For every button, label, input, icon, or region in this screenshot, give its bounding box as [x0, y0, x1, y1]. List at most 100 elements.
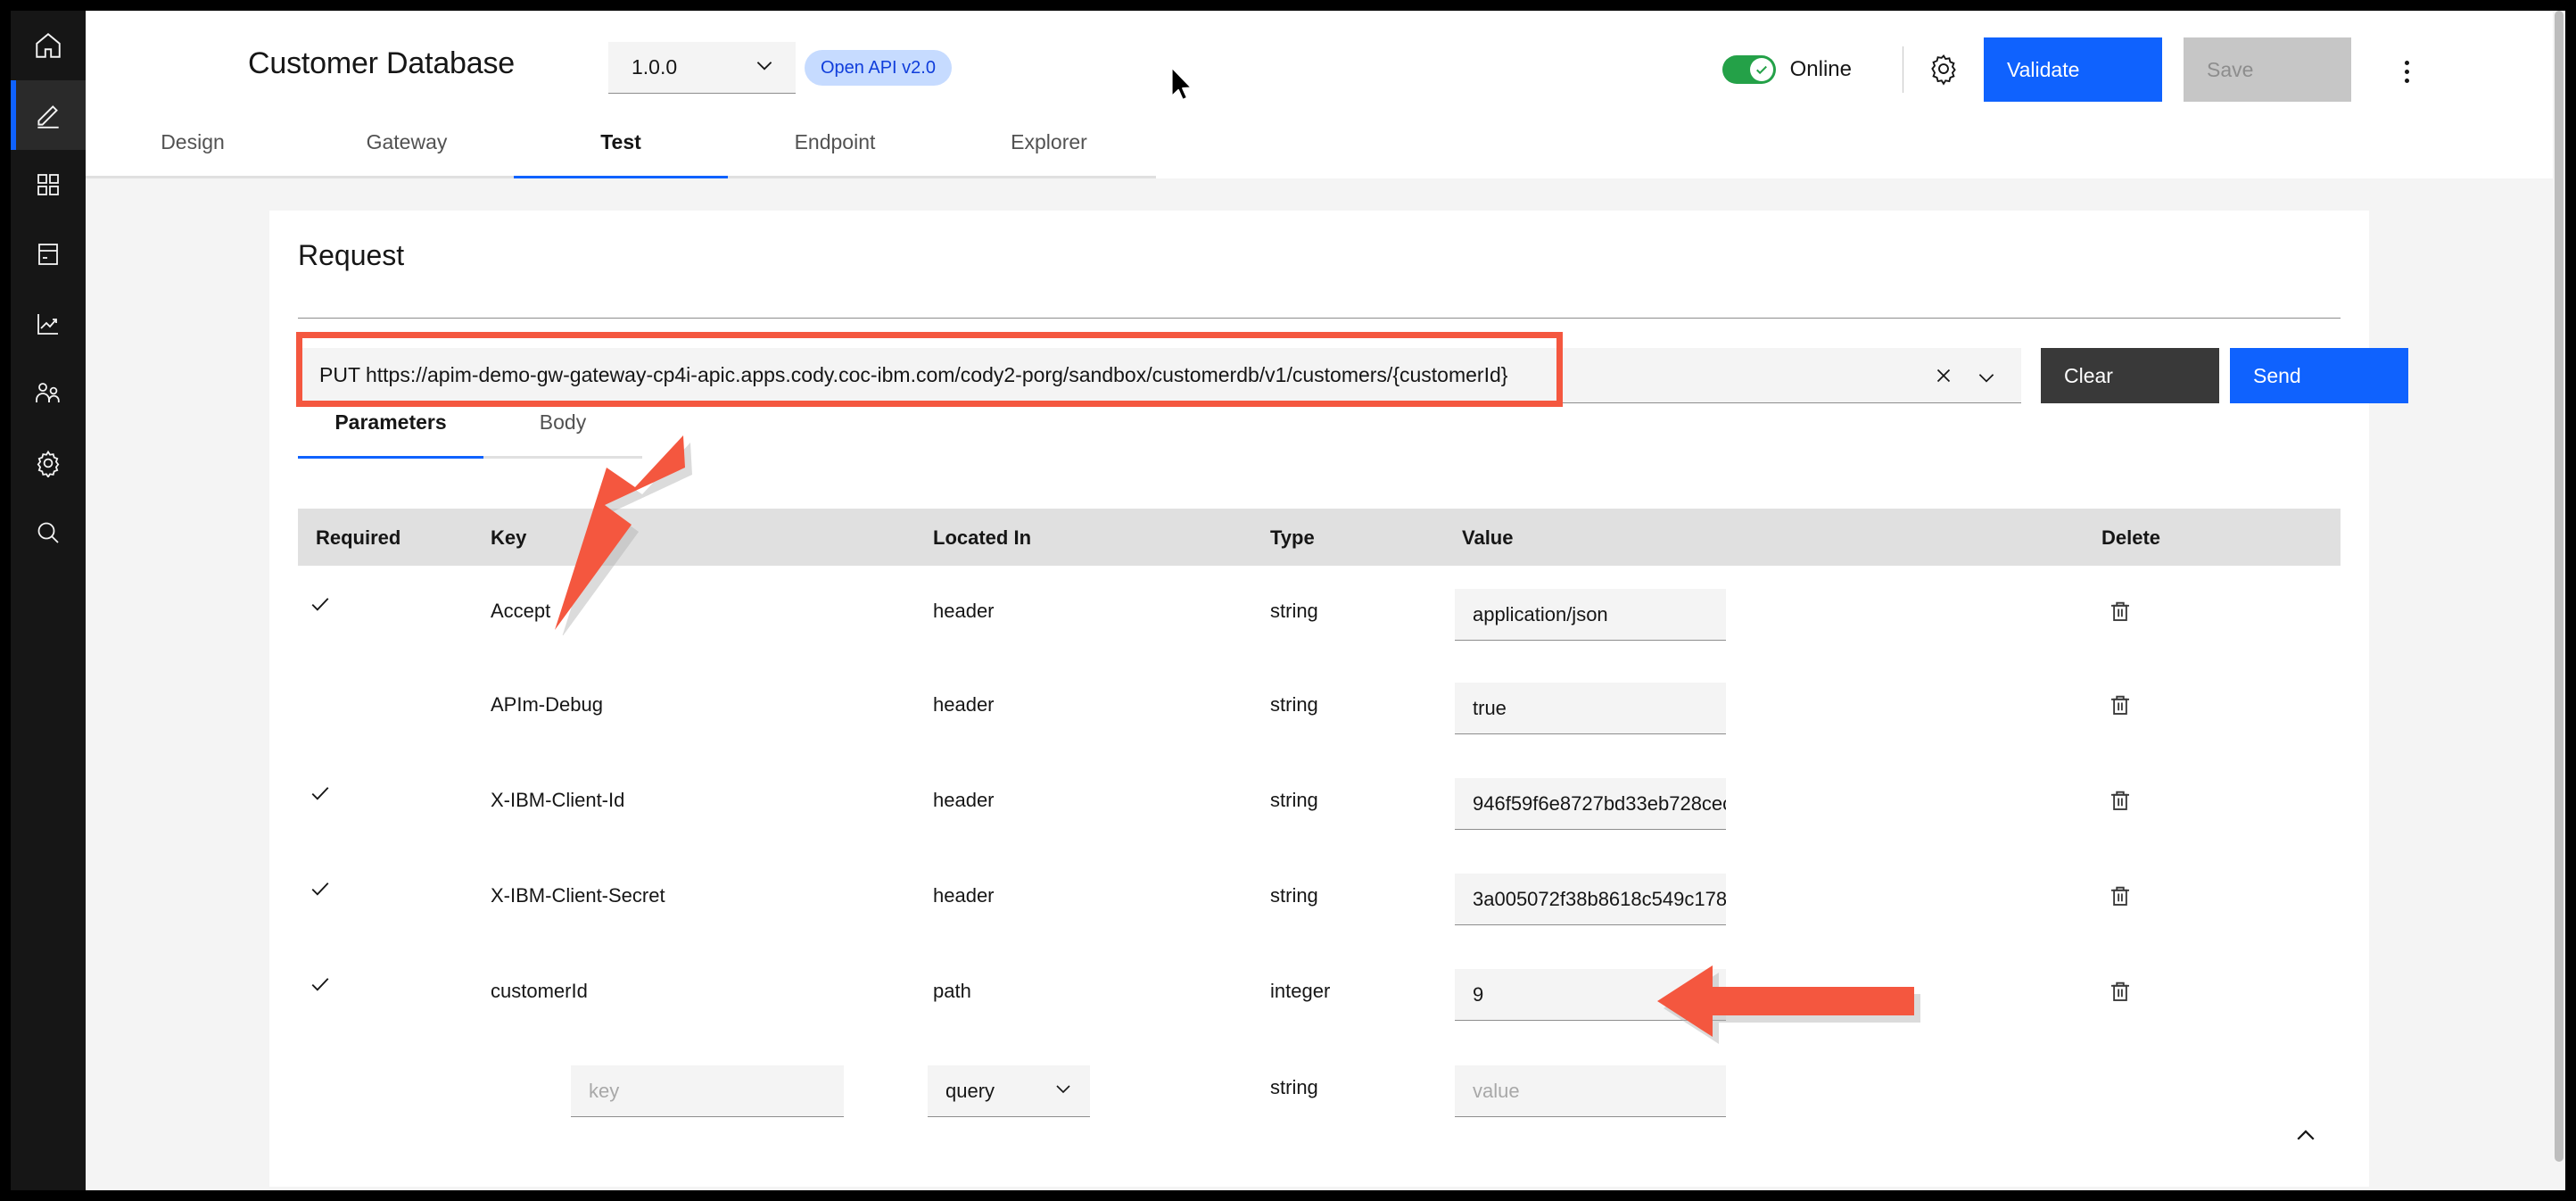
app-header: Customer Database 1.0.0 Open API v2.0 On… [86, 11, 2565, 128]
openapi-version-badge[interactable]: Open API v2.0 [805, 50, 952, 86]
sidebar-item-home[interactable] [11, 11, 86, 80]
new-value-input[interactable]: value [1455, 1065, 1726, 1117]
trash-icon[interactable] [2107, 978, 2137, 1008]
tab-explorer[interactable]: Explorer [942, 128, 1156, 178]
table-row: Accept header string application/json [298, 589, 2341, 641]
page-scrollbar[interactable] [2553, 11, 2565, 1190]
cell-located-in: header [933, 884, 995, 907]
column-header-delete: Delete [2101, 526, 2160, 550]
chevron-up-icon[interactable] [2292, 1122, 2319, 1149]
status-label: Online [1790, 57, 1852, 82]
version-select-value: 1.0.0 [632, 55, 677, 79]
cell-type: string [1270, 600, 1318, 623]
sidebar-item-apps[interactable] [11, 150, 86, 219]
validate-button[interactable]: Validate [1984, 37, 2162, 102]
pencil-icon [33, 100, 63, 130]
new-key-input[interactable]: key [571, 1065, 844, 1117]
request-url-input[interactable]: PUT https://apim-demo-gw-gateway-cp4i-ap… [298, 348, 2021, 403]
request-url-value: PUT https://apim-demo-gw-gateway-cp4i-ap… [298, 363, 1507, 387]
cell-located-in: header [933, 693, 995, 716]
online-toggle[interactable] [1722, 55, 1776, 84]
clear-button[interactable]: Clear [2041, 348, 2219, 403]
new-located-in-value: query [945, 1080, 995, 1103]
gear-icon [1927, 52, 1961, 90]
sidebar-item-analytics[interactable] [11, 289, 86, 359]
subtab-body[interactable]: Body [483, 410, 642, 459]
cell-located-in: header [933, 600, 995, 623]
trash-icon[interactable] [2107, 787, 2137, 817]
checkmark-icon [307, 780, 334, 811]
chevron-down-icon [1053, 1078, 1074, 1105]
users-icon [34, 379, 62, 408]
chevron-down-icon[interactable] [1975, 366, 1998, 389]
analytics-icon [34, 310, 62, 338]
settings-button[interactable] [1927, 54, 1961, 87]
online-status-group: Online [1722, 55, 1852, 84]
sidebar-item-catalog[interactable] [11, 219, 86, 289]
cell-value-input[interactable]: 946f59f6e8727bd33eb728cec89fe9ec [1455, 778, 1726, 830]
save-button: Save [2184, 37, 2351, 102]
cell-located-in: path [933, 980, 971, 1003]
tab-test[interactable]: Test [514, 128, 728, 178]
cell-type: string [1270, 884, 1318, 907]
cell-located-in: header [933, 789, 995, 812]
column-header-value: Value [1462, 526, 1513, 550]
new-located-in-select[interactable]: query [928, 1065, 1090, 1117]
overflow-menu-button[interactable] [2389, 54, 2424, 89]
checkmark-icon [307, 591, 334, 622]
tab-endpoint[interactable]: Endpoint [728, 128, 942, 178]
application-viewport: Customer Database 1.0.0 Open API v2.0 On… [11, 11, 2565, 1190]
page-title: Customer Database [248, 46, 515, 81]
version-select[interactable]: 1.0.0 [608, 42, 796, 94]
search-icon [34, 518, 62, 547]
column-header-key: Key [491, 526, 526, 550]
new-parameter-row: key query string value [298, 1065, 2341, 1117]
cell-value-input[interactable]: application/json [1455, 589, 1726, 641]
cell-key: X-IBM-Client-Id [491, 789, 624, 812]
cell-key: customerId [491, 980, 588, 1003]
sidebar-item-search[interactable] [11, 498, 86, 567]
cell-value-input[interactable]: true [1455, 683, 1726, 734]
overflow-dot [2405, 79, 2409, 83]
checkmark-icon [307, 971, 334, 1002]
toggle-knob [1750, 58, 1773, 81]
cell-key: X-IBM-Client-Secret [491, 884, 665, 907]
cell-value-input[interactable]: 9 [1455, 969, 1726, 1021]
column-header-required: Required [316, 526, 400, 550]
trash-icon[interactable] [2107, 598, 2137, 628]
cell-key: Accept [491, 600, 550, 623]
parameters-table-header: Required Key Located In Type Value Delet… [298, 509, 2341, 566]
grid-icon [34, 170, 62, 199]
request-panel: Request PUT https://apim-demo-gw-gateway… [269, 211, 2369, 1187]
heading-divider [298, 318, 2341, 319]
sidebar-item-members[interactable] [11, 359, 86, 428]
tab-gateway[interactable]: Gateway [300, 128, 514, 178]
cell-type: string [1270, 693, 1318, 716]
screenshot-frame: Customer Database 1.0.0 Open API v2.0 On… [0, 0, 2576, 1201]
cell-key: APIm-Debug [491, 693, 603, 716]
trash-icon[interactable] [2107, 882, 2137, 913]
sidebar-item-settings[interactable] [11, 428, 86, 498]
send-button[interactable]: Send [2230, 348, 2408, 403]
left-nav-rail [11, 11, 86, 1190]
cell-type: integer [1270, 980, 1330, 1003]
close-icon[interactable] [1932, 364, 1955, 387]
checkmark-icon [307, 875, 334, 907]
primary-tabbar: Design Gateway Test Endpoint Explorer [86, 128, 2565, 178]
table-row: X-IBM-Client-Id header string 946f59f6e8… [298, 778, 2341, 830]
column-header-type: Type [1270, 526, 1315, 550]
subtab-parameters[interactable]: Parameters [298, 410, 483, 459]
server-icon [34, 240, 62, 269]
column-header-located-in: Located In [933, 526, 1031, 550]
scrollbar-thumb[interactable] [2555, 11, 2564, 1162]
cell-value-input[interactable]: 3a005072f38b8618c549c17882a3a3c2 [1455, 874, 1726, 925]
table-row: APIm-Debug header string true [298, 683, 2341, 734]
trash-icon[interactable] [2107, 692, 2137, 722]
sidebar-item-design[interactable] [11, 80, 86, 150]
request-heading: Request [298, 239, 404, 272]
cell-type: string [1270, 789, 1318, 812]
overflow-dot [2405, 70, 2409, 74]
gear-icon [34, 449, 62, 477]
table-row: customerId path integer 9 [298, 969, 2341, 1021]
tab-design[interactable]: Design [86, 128, 300, 178]
